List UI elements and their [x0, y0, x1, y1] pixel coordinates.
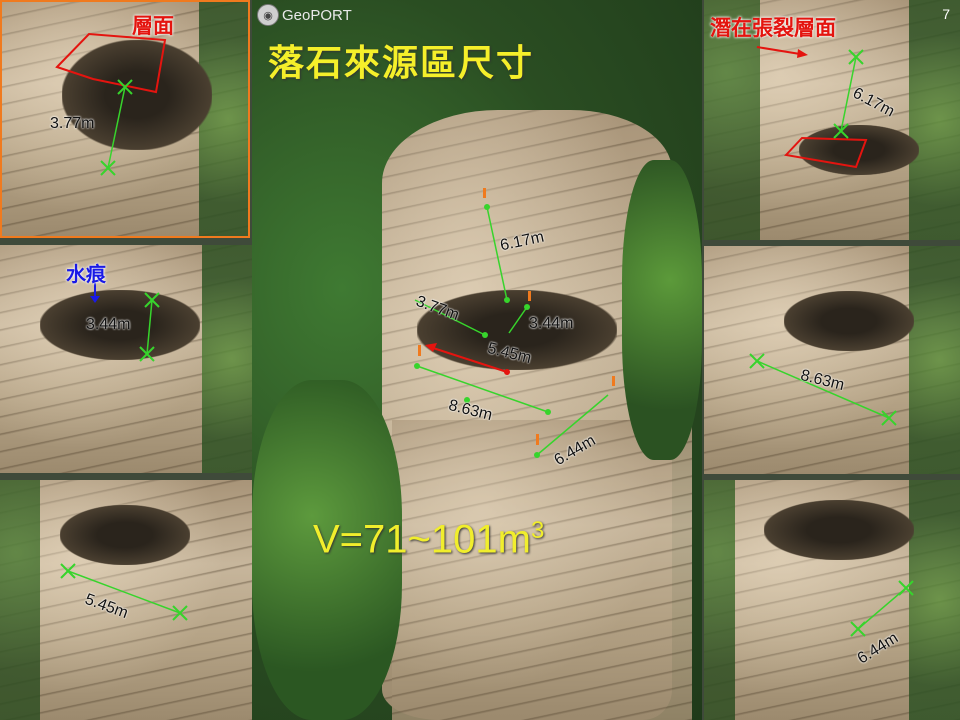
- page-title: 落石來源區尺寸: [268, 43, 535, 84]
- logo-text: GeoPORT: [282, 6, 352, 24]
- volume-superscript: 3: [530, 517, 545, 544]
- globe-logo-icon: ◉: [257, 4, 279, 26]
- right-annotations: [749, 46, 914, 637]
- page-number: 7: [942, 6, 950, 22]
- volume-estimate: V=71~101m3: [313, 517, 544, 562]
- geoport-logo: ◉ GeoPORT: [257, 4, 352, 26]
- volume-main: V=71~101m: [313, 517, 531, 562]
- label-potential-tension-plane: 潛在張裂層面: [710, 16, 836, 40]
